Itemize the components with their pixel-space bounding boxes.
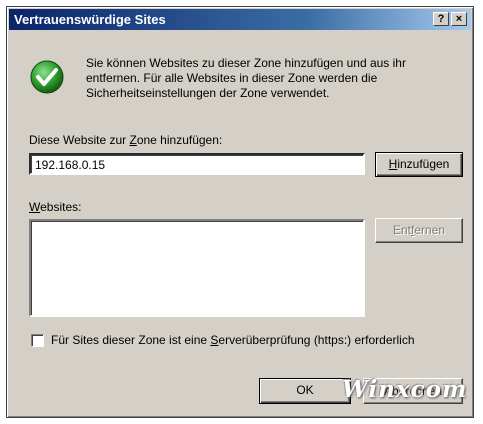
green-check-icon bbox=[30, 60, 64, 94]
remove-button[interactable]: Entfernen bbox=[375, 218, 463, 243]
server-check-checkbox[interactable] bbox=[31, 334, 44, 347]
add-site-input[interactable]: 192.168.0.15 bbox=[29, 153, 365, 175]
add-button[interactable]: Hinzufügen bbox=[375, 152, 463, 177]
close-button[interactable]: × bbox=[451, 12, 467, 26]
server-check-label[interactable]: Für Sites dieser Zone ist eine Serverübe… bbox=[51, 333, 415, 347]
help-button[interactable]: ? bbox=[433, 12, 449, 26]
add-site-label: Diese Website zur Zone hinzufügen: bbox=[29, 133, 223, 147]
window-title: Vertrauenswürdige Sites bbox=[14, 12, 166, 27]
info-text: Sie können Websites zu dieser Zone hinzu… bbox=[86, 56, 406, 100]
trusted-sites-dialog: Vertrauenswürdige Sites ? × Sie können W… bbox=[6, 6, 474, 418]
websites-label: Websites: bbox=[29, 200, 82, 214]
ok-button[interactable]: OK bbox=[259, 378, 351, 404]
title-bar[interactable]: Vertrauenswürdige Sites ? × bbox=[9, 9, 471, 30]
websites-list[interactable] bbox=[29, 219, 365, 317]
winxcom-watermark: Winxcom bbox=[342, 376, 468, 403]
